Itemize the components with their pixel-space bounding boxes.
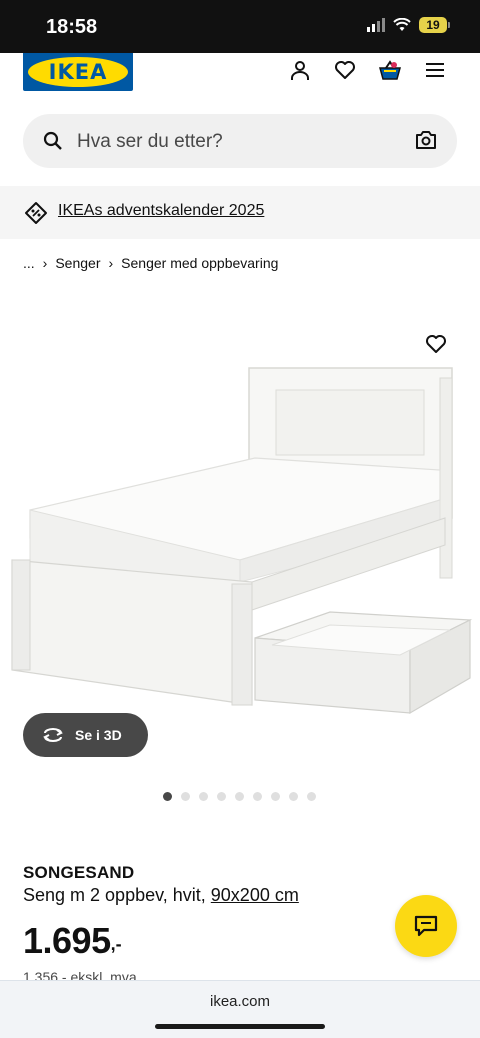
carousel-dot[interactable]	[163, 792, 172, 801]
product-size-link[interactable]: 90x200 cm	[211, 885, 299, 905]
status-icons: 19	[367, 17, 450, 33]
carousel-dots	[163, 792, 316, 801]
favorites-icon[interactable]	[333, 58, 357, 82]
carousel-dot[interactable]	[199, 792, 208, 801]
product-image[interactable]	[0, 320, 480, 780]
carousel-dot[interactable]	[289, 792, 298, 801]
site-header: IKEA	[0, 53, 480, 103]
breadcrumb: ... › Senger › Senger med oppbevaring	[23, 255, 278, 271]
logo-text: IKEA	[48, 60, 108, 84]
chat-icon	[414, 915, 438, 937]
ikea-logo[interactable]: IKEA	[23, 53, 133, 91]
search-bar[interactable]: Hva ser du etter?	[23, 114, 457, 168]
carousel-dot[interactable]	[307, 792, 316, 801]
chevron-right-icon: ›	[42, 255, 48, 271]
cart-icon[interactable]	[378, 58, 402, 82]
carousel-dot[interactable]	[181, 792, 190, 801]
product-name: SONGESAND	[23, 863, 135, 882]
view-in-3d-button[interactable]: Se i 3D	[23, 713, 148, 757]
breadcrumb-ellipsis[interactable]: ...	[23, 255, 35, 271]
carousel-dot[interactable]	[217, 792, 226, 801]
camera-icon[interactable]	[415, 130, 437, 150]
home-indicator[interactable]	[155, 1024, 325, 1029]
price-amount: 1.695	[23, 920, 111, 961]
view-in-3d-label: Se i 3D	[75, 727, 122, 743]
status-time: 18:58	[46, 16, 98, 38]
signal-icon	[367, 18, 385, 32]
product-price: 1.695 ,-	[23, 920, 122, 962]
chevron-right-icon: ›	[108, 255, 114, 271]
wifi-icon	[393, 18, 411, 31]
tag-icon	[25, 202, 47, 224]
account-icon[interactable]	[288, 58, 312, 82]
battery-icon: 19	[419, 17, 450, 33]
status-bar: 18:58 19	[0, 0, 480, 53]
menu-icon[interactable]	[423, 58, 447, 82]
search-input[interactable]: Hva ser du etter?	[77, 131, 223, 153]
favorite-heart-icon[interactable]	[425, 334, 447, 356]
product-description: Seng m 2 oppbev, hvit, 90x200 cm	[23, 885, 299, 906]
breadcrumb-item-senger[interactable]: Senger	[55, 255, 100, 271]
price-suffix: ,-	[110, 934, 122, 954]
breadcrumb-item-senger-med-oppbevaring[interactable]: Senger med oppbevaring	[121, 255, 278, 271]
promo-link[interactable]: IKEAs adventskalender 2025	[58, 202, 264, 220]
promo-banner[interactable]: IKEAs adventskalender 2025	[0, 186, 480, 239]
rotate-3d-icon	[43, 728, 63, 742]
product-description-text: Seng m 2 oppbev, hvit,	[23, 885, 211, 905]
carousel-dot[interactable]	[271, 792, 280, 801]
url-text[interactable]: ikea.com	[0, 993, 480, 1010]
battery-level: 19	[419, 17, 447, 33]
search-icon	[43, 131, 62, 150]
browser-address-bar[interactable]: ikea.com	[0, 980, 480, 1038]
carousel-dot[interactable]	[253, 792, 262, 801]
carousel-dot[interactable]	[235, 792, 244, 801]
chat-button[interactable]	[395, 895, 457, 957]
